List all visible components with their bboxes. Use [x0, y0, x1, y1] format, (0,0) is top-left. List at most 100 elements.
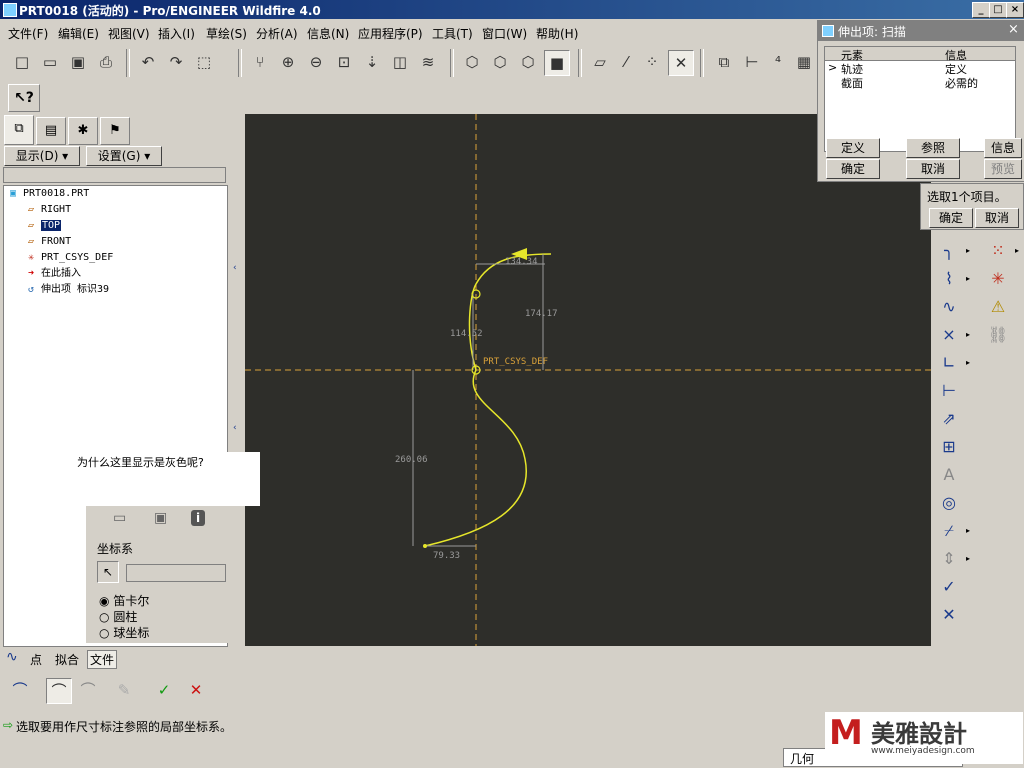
trim-icon[interactable]: ⌿ [936, 518, 962, 544]
tree-item-part[interactable]: ▣ PRT0018.PRT [6, 186, 89, 202]
selection-box-icon[interactable]: ⬚ [192, 50, 216, 74]
tab-fit[interactable]: 拟合 [55, 651, 79, 668]
dimension-label[interactable]: 260.06 [395, 455, 428, 465]
save-disk-icon[interactable]: ▣ [154, 510, 167, 526]
datum-planes-icon[interactable]: ▱ [588, 50, 612, 74]
zoom-in-icon[interactable]: ⊕ [276, 50, 300, 74]
dimension-label[interactable]: 174.17 [525, 309, 558, 319]
dimension-icon[interactable]: ⊢ [740, 50, 764, 74]
undo-icon[interactable]: ↶ [136, 50, 160, 74]
open-file-icon[interactable]: ▭ [38, 50, 62, 74]
datum-axes-icon[interactable]: ⁄ [614, 50, 638, 74]
menu-window[interactable]: 窗口(W) [482, 25, 527, 42]
spline-point-icon[interactable]: ⌇ [936, 266, 962, 292]
quit-x-icon[interactable]: ✕ [936, 602, 962, 628]
list-item[interactable]: 截面 必需的 [825, 75, 1015, 90]
tab-point[interactable]: 点 [30, 651, 42, 668]
open-folder-icon[interactable]: ▭ [113, 510, 126, 526]
modify-icon[interactable]: ⇗ [936, 406, 962, 432]
references-button[interactable]: 参照 [906, 138, 960, 158]
maximize-button[interactable]: □ [989, 2, 1007, 18]
dimension-label[interactable]: 114.52 [450, 329, 483, 339]
csys-collector-field[interactable] [126, 564, 226, 582]
constraint-tool-icon[interactable]: ⊞ [936, 434, 962, 460]
tree-item-sweep[interactable]: ↺ 伸出项 标识39 [24, 282, 109, 298]
dimension-tool-icon[interactable]: ⊢ [936, 378, 962, 404]
menu-tools[interactable]: 工具(T) [432, 25, 473, 42]
tree-item-insert-here[interactable]: ➜ 在此插入 [24, 266, 81, 282]
grid-icon[interactable]: ▦ [792, 50, 816, 74]
menu-sketch[interactable]: 草绘(S) [206, 25, 247, 42]
datum-analysis-icon[interactable]: ⚠ [985, 294, 1011, 320]
constraints-icon[interactable]: ⁴ [766, 50, 790, 74]
select-ok-button[interactable]: 确定 [929, 208, 973, 228]
connections-tab-icon[interactable]: ⚑ [100, 117, 130, 145]
select-pointer-icon[interactable]: ↖ [97, 561, 119, 583]
radio-cylindrical[interactable]: ○ 圆柱 [99, 608, 137, 625]
spline-edit-icon[interactable]: ✎ [112, 678, 136, 702]
no-hidden-icon[interactable]: ⬡ [516, 50, 540, 74]
save-icon[interactable]: ▣ [66, 50, 90, 74]
datum-points-icon[interactable]: ⁘ [640, 50, 664, 74]
palette-icon[interactable]: ◎ [936, 490, 962, 516]
shading-icon[interactable]: ■ [544, 50, 570, 76]
ok-button[interactable]: 确定 [826, 159, 880, 179]
trajectory-curve[interactable] [424, 253, 552, 547]
fit-curve-icon[interactable]: ⌒ [8, 678, 32, 702]
menu-edit[interactable]: 编辑(E) [58, 25, 99, 42]
list-item[interactable]: > 轨迹 定义 [825, 61, 1015, 76]
layers-icon[interactable]: ≋ [416, 50, 440, 74]
print-icon[interactable]: ⎙ [94, 50, 118, 74]
panel-sash[interactable]: ‹ ‹ [231, 113, 243, 645]
radio-spherical[interactable]: ○ 球坐标 [99, 624, 149, 641]
graphics-window[interactable]: 134.34 114.52 174.17 260.06 79.33 PRT_CS… [245, 114, 931, 646]
close-window-button[interactable]: × [1006, 2, 1024, 18]
hidden-line-icon[interactable]: ⬡ [488, 50, 512, 74]
menu-view[interactable]: 视图(V) [108, 25, 150, 42]
folder-browser-tab-icon[interactable]: ▤ [36, 117, 66, 145]
model-tree-tab-icon[interactable]: ⧉ [4, 115, 34, 145]
datum-curve-icon[interactable]: ⛓ [985, 322, 1011, 348]
point-tool-icon[interactable]: × [936, 322, 962, 348]
dialog-close-icon[interactable]: × [1008, 22, 1019, 37]
radio-cartesian[interactable]: ◉ 笛卡尔 [99, 592, 149, 609]
menu-info[interactable]: 信息(N) [307, 25, 349, 42]
datum-point-icon[interactable]: ⁙ [985, 238, 1011, 264]
mirror-icon[interactable]: ⇕ [936, 546, 962, 572]
menu-file[interactable]: 文件(F) [8, 25, 48, 42]
menu-applications[interactable]: 应用程序(P) [358, 25, 423, 42]
tree-item-csys[interactable]: ✳ PRT_CSYS_DEF [24, 250, 113, 266]
collapse-arrow-icon[interactable]: ‹ [233, 423, 237, 433]
favorites-tab-icon[interactable]: ✱ [68, 117, 98, 145]
done-checkmark-icon[interactable]: ✓ [936, 574, 962, 600]
fillet-icon[interactable]: ∟ [936, 350, 962, 376]
tree-item-front[interactable]: ▱ FRONT [24, 234, 71, 250]
wireframe-icon[interactable]: ⬡ [460, 50, 484, 74]
menu-insert[interactable]: 插入(I) [158, 25, 195, 42]
show-dropdown[interactable]: 显示(D) ▾ [4, 146, 80, 166]
reorient-icon[interactable]: ⇣ [360, 50, 384, 74]
collapse-arrow-icon[interactable]: ‹ [233, 263, 237, 273]
info-button[interactable]: 信息 [984, 138, 1022, 158]
redo-icon[interactable]: ↷ [164, 50, 188, 74]
tree-filter-bar[interactable] [3, 167, 226, 183]
cancel-x-icon[interactable]: ✕ [184, 678, 208, 702]
tree-item-right[interactable]: ▱ RIGHT [24, 202, 71, 218]
saved-views-icon[interactable]: ◫ [388, 50, 412, 74]
menu-analysis[interactable]: 分析(A) [256, 25, 298, 42]
context-help-icon[interactable]: ↖? [8, 84, 40, 112]
tab-file[interactable]: 文件 [87, 650, 118, 669]
sketch-canvas[interactable]: 134.34 114.52 174.17 260.06 79.33 PRT_CS… [245, 114, 931, 646]
csys-display-icon[interactable]: ✕ [668, 50, 694, 76]
model-tree-settings-icon[interactable]: ⧉ [712, 50, 736, 74]
refit-icon[interactable]: ⊡ [332, 50, 356, 74]
settings-dropdown[interactable]: 设置(G) ▾ [86, 146, 162, 166]
select-cancel-button[interactable]: 取消 [975, 208, 1019, 228]
cancel-button[interactable]: 取消 [906, 159, 960, 179]
define-button[interactable]: 定义 [826, 138, 880, 158]
minimize-button[interactable]: _ [972, 2, 990, 18]
line-tool-icon[interactable]: ╮ [936, 238, 962, 264]
spline-through-icon[interactable]: ⌒ [46, 678, 72, 704]
spline-icon[interactable]: ∿ [936, 294, 962, 320]
text-tool-icon[interactable]: A [936, 462, 962, 488]
